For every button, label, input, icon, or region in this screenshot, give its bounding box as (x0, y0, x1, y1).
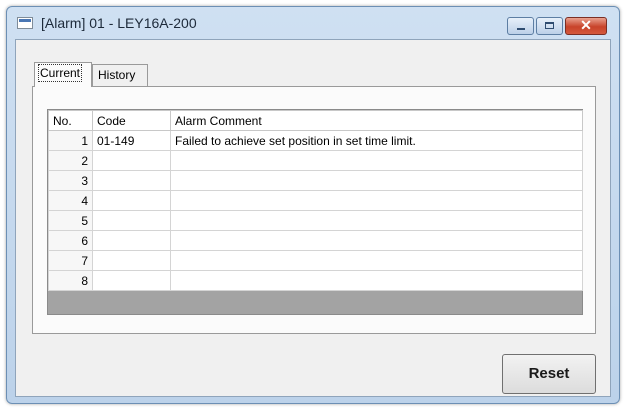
cell-no: 4 (48, 190, 93, 211)
cell-code (92, 190, 171, 211)
client-area: Current History No. Code Alarm Comment 1… (15, 39, 611, 397)
maximize-button[interactable] (536, 17, 563, 35)
table-row[interactable]: 6 (48, 230, 583, 251)
cell-code (92, 170, 171, 191)
cell-comment (170, 230, 583, 251)
tab-current[interactable]: Current (34, 62, 92, 87)
cell-no: 7 (48, 250, 93, 271)
table-row[interactable]: 2 (48, 150, 583, 171)
cell-comment (170, 210, 583, 231)
column-header-code[interactable]: Code (92, 110, 171, 131)
column-header-no[interactable]: No. (48, 110, 93, 131)
table-row[interactable]: 3 (48, 170, 583, 191)
cell-comment (170, 190, 583, 211)
minimize-button[interactable] (507, 17, 534, 35)
title-bar[interactable]: [Alarm] 01 - LEY16A-200 ✕ (7, 7, 619, 39)
reset-button[interactable]: Reset (502, 354, 596, 394)
cell-no: 8 (48, 270, 93, 291)
cell-no: 5 (48, 210, 93, 231)
table-row[interactable]: 4 (48, 190, 583, 211)
close-button[interactable]: ✕ (565, 17, 607, 35)
cell-no: 1 (48, 130, 93, 151)
cell-no: 3 (48, 170, 93, 191)
cell-no: 2 (48, 150, 93, 171)
alarm-window: [Alarm] 01 - LEY16A-200 ✕ Current Histor… (6, 6, 620, 404)
tab-history-label: History (98, 68, 136, 82)
close-icon: ✕ (580, 17, 592, 33)
tab-current-label: Current (37, 64, 83, 82)
table-row[interactable]: 8 (48, 270, 583, 291)
cell-code (92, 270, 171, 291)
cell-comment (170, 270, 583, 291)
tab-panel-current: No. Code Alarm Comment 1 01-149 Failed to … (32, 86, 596, 334)
cell-code (92, 150, 171, 171)
cell-code (92, 210, 171, 231)
table-header-row: No. Code Alarm Comment (48, 110, 583, 131)
column-header-alarm-comment[interactable]: Alarm Comment (170, 110, 583, 131)
alarm-grid: No. Code Alarm Comment 1 01-149 Failed to … (47, 109, 583, 315)
alarm-table: No. Code Alarm Comment 1 01-149 Failed to … (48, 110, 583, 291)
tab-history[interactable]: History (92, 64, 148, 86)
cell-code (92, 230, 171, 251)
window-title: [Alarm] 01 - LEY16A-200 (41, 15, 197, 31)
cell-comment (170, 250, 583, 271)
cell-comment: Failed to achieve set position in set ti… (170, 130, 583, 151)
table-row[interactable]: 7 (48, 250, 583, 271)
cell-comment (170, 170, 583, 191)
cell-no: 6 (48, 230, 93, 251)
cell-comment (170, 150, 583, 171)
table-row[interactable]: 1 01-149 Failed to achieve set position in… (48, 130, 583, 151)
window-icon (17, 17, 33, 29)
cell-code: 01-149 (92, 130, 171, 151)
cell-code (92, 250, 171, 271)
table-row[interactable]: 5 (48, 210, 583, 231)
